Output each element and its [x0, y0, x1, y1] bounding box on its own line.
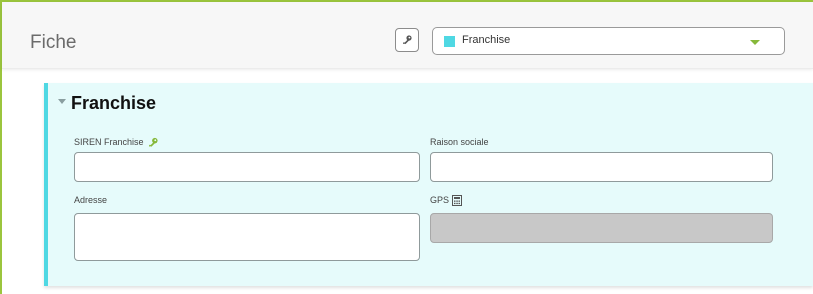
- key-button[interactable]: [395, 28, 419, 52]
- siren-label-text: SIREN Franchise: [74, 137, 144, 147]
- form-header: Fiche Franchise: [2, 2, 813, 69]
- franchise-section: Franchise SIREN Franchise Raison sociale…: [44, 83, 813, 286]
- key-icon: [148, 138, 158, 147]
- siren-input[interactable]: [74, 152, 420, 182]
- page-title: Fiche: [30, 32, 77, 53]
- collapse-toggle-icon[interactable]: [58, 99, 66, 104]
- chevron-down-icon: [750, 40, 760, 45]
- type-select[interactable]: Franchise: [432, 27, 785, 55]
- gps-label: GPS: [430, 195, 463, 207]
- raison-sociale-label: Raison sociale: [430, 137, 489, 147]
- color-swatch: [444, 36, 455, 47]
- type-select-value: Franchise: [462, 34, 511, 46]
- adresse-textarea[interactable]: [74, 213, 420, 261]
- gps-input: [430, 213, 773, 243]
- adresse-label: Adresse: [74, 195, 108, 205]
- calculator-icon: [452, 195, 463, 207]
- key-icon: [403, 35, 412, 45]
- siren-label: SIREN Franchise: [74, 137, 159, 148]
- section-title: Franchise: [71, 93, 157, 113]
- raison-sociale-input[interactable]: [430, 152, 773, 182]
- gps-label-text: GPS: [430, 195, 450, 205]
